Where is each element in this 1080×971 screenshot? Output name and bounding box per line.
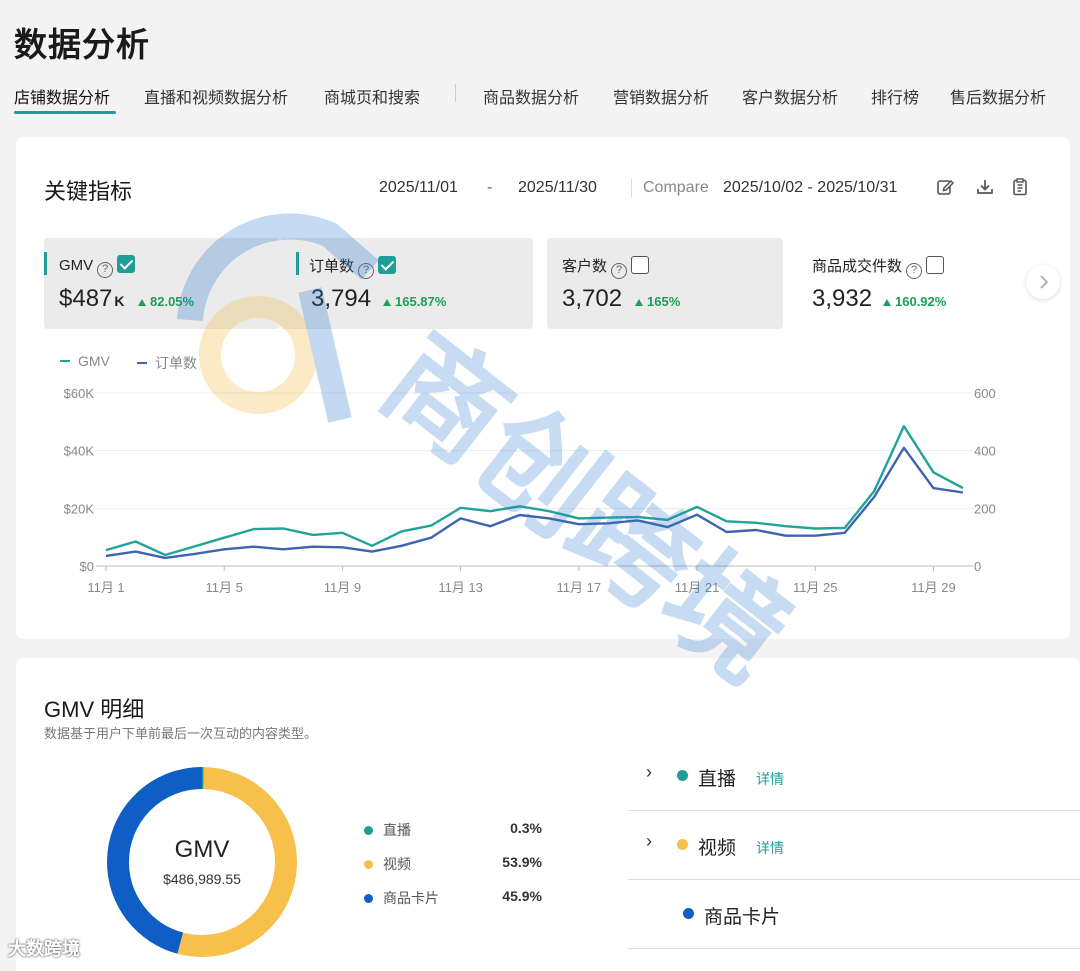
- series-line-orders: [105, 446, 964, 560]
- y-left-tick-label: $0: [80, 559, 94, 574]
- legend-dot: [364, 894, 373, 903]
- x-tick-label: 11月 25: [793, 580, 838, 595]
- tab-after-sales-analytics[interactable]: 售后数据分析: [950, 84, 1046, 108]
- channel-name: 视频: [698, 838, 737, 859]
- chevron-right-icon[interactable]: ›: [646, 831, 652, 852]
- legend-dot: [364, 826, 373, 835]
- channel-row-live[interactable]: › 直播 详情: [628, 742, 1080, 811]
- x-tick-label: 11月 21: [675, 580, 720, 595]
- gmv-donut-chart: GMV $486,989.55: [106, 766, 298, 958]
- x-tick-label: 11月 29: [911, 580, 956, 595]
- channel-dot: [677, 770, 688, 781]
- channel-name: 直播: [698, 769, 737, 790]
- gmv-detail-subtitle: 数据基于用户下单前最后一次互动的内容类型。: [44, 726, 318, 741]
- key-metrics-card: 关键指标 2025/11/01 - 2025/11/30 Compare 202…: [16, 137, 1070, 639]
- donut-legend-product-card: 商品卡片: [364, 888, 439, 908]
- channel-detail-link[interactable]: 详情: [756, 838, 784, 858]
- y-right-tick-label: 200: [974, 501, 996, 516]
- donut-legend-live-pct: 0.3%: [510, 820, 542, 836]
- y-left-tick-label: $40K: [64, 444, 95, 459]
- channel-name: 商品卡片: [704, 907, 781, 928]
- x-tick-label: 11月 1: [87, 580, 124, 595]
- x-tick-label: 11月 5: [206, 580, 243, 595]
- line-chart: $0 $20K $40K $60K 0 200 400 600 11月 1 11月 5 11月 9 1…: [64, 386, 996, 595]
- x-tick-label: 11月 9: [324, 580, 361, 595]
- donut-center-value: $486,989.55: [163, 871, 241, 887]
- legend-label: 视频: [383, 856, 411, 872]
- channel-row-video[interactable]: › 视频 详情: [628, 811, 1080, 880]
- gmv-detail-card: GMV 明细 数据基于用户下单前最后一次互动的内容类型。 GMV $486,98…: [16, 658, 1080, 971]
- tab-product-analytics[interactable]: 商品数据分析: [483, 84, 579, 108]
- legend-dot: [364, 860, 373, 869]
- y-right-tick-label: 0: [974, 559, 981, 574]
- active-tab-indicator: [14, 111, 116, 114]
- y-right-tick-label: 400: [974, 444, 996, 459]
- x-tick-label: 11月 17: [557, 580, 602, 595]
- tab-marketing-analytics[interactable]: 营销数据分析: [613, 84, 709, 108]
- legend-label: 商品卡片: [383, 890, 439, 906]
- tab-customer-analytics[interactable]: 客户数据分析: [742, 84, 838, 108]
- tab-bar: 店铺数据分析 直播和视频数据分析 商城页和搜索 商品数据分析 营销数据分析 客户…: [0, 80, 1080, 116]
- gmv-detail-title: GMV 明细: [44, 697, 145, 722]
- channel-row-product-card: 商品卡片: [628, 880, 1080, 949]
- channel-dot: [677, 839, 688, 850]
- tab-store-analytics[interactable]: 店铺数据分析: [14, 84, 110, 108]
- channel-dot: [683, 908, 694, 919]
- y-right-tick-label: 600: [974, 386, 996, 401]
- y-left-tick-label: $60K: [64, 386, 95, 401]
- series-line-gmv: [105, 425, 964, 557]
- tab-live-video-analytics[interactable]: 直播和视频数据分析: [144, 84, 288, 108]
- y-left-tick-label: $20K: [64, 501, 95, 516]
- watermark-bottom: 大数跨境: [8, 939, 80, 959]
- donut-legend-video-pct: 53.9%: [502, 854, 542, 870]
- page-title: 数据分析: [14, 26, 150, 63]
- chevron-right-icon[interactable]: ›: [646, 762, 652, 783]
- donut-legend-product-card-pct: 45.9%: [502, 888, 542, 904]
- channel-detail-link[interactable]: 详情: [756, 769, 784, 789]
- x-tick-label: 11月 13: [438, 580, 483, 595]
- tab-leaderboard[interactable]: 排行榜: [871, 84, 919, 108]
- tab-divider: [455, 84, 456, 102]
- donut-legend-live: 直播: [364, 820, 411, 840]
- donut-center-label: GMV: [174, 836, 230, 863]
- legend-label: 直播: [383, 822, 411, 838]
- tab-mall-search[interactable]: 商城页和搜索: [324, 84, 420, 108]
- donut-legend-video: 视频: [364, 854, 411, 874]
